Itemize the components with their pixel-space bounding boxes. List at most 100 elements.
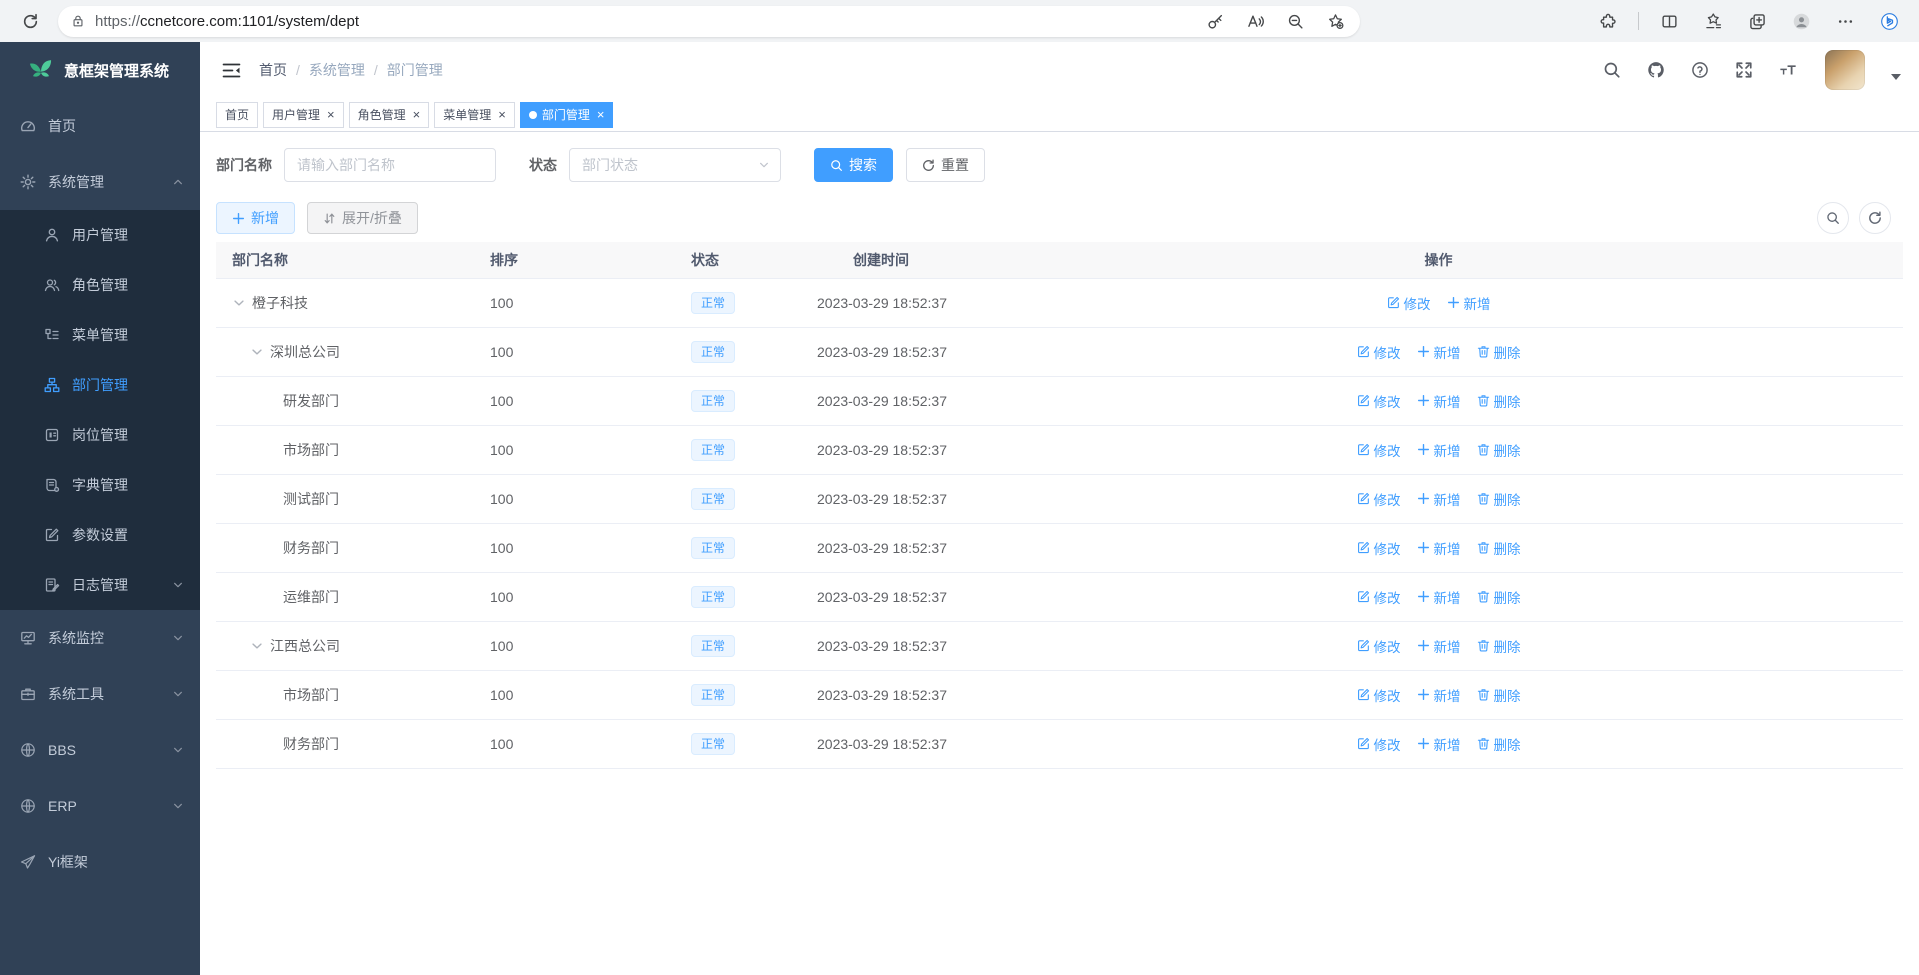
status-select[interactable]: 部门状态 (569, 148, 781, 182)
bing-button[interactable] (1871, 4, 1907, 38)
tab-menu-mgmt[interactable]: 菜单管理× (434, 102, 515, 128)
address-bar[interactable]: https://ccnetcore.com:1101/system/dept (58, 6, 1360, 37)
close-icon[interactable]: × (597, 108, 605, 121)
action-edit-link[interactable]: 修改 (1357, 734, 1401, 754)
action-add-link[interactable]: 新增 (1417, 734, 1461, 754)
action-edit-link[interactable]: 修改 (1357, 489, 1401, 509)
action-add-link[interactable]: 新增 (1417, 636, 1461, 656)
sidebar-item-home[interactable]: 首页 (0, 98, 200, 154)
fullscreen-icon[interactable] (1735, 61, 1753, 79)
refresh-table-button[interactable] (1859, 202, 1891, 234)
edit-pencil-icon (1357, 443, 1370, 456)
breadcrumb-item[interactable]: 首页 (259, 60, 287, 80)
tab-dept-mgmt[interactable]: 部门管理× (520, 102, 614, 128)
puzzle-button[interactable] (1590, 4, 1626, 38)
chevron-down-icon[interactable] (250, 639, 264, 653)
tab-user-mgmt[interactable]: 用户管理× (263, 102, 344, 128)
reload-icon (22, 13, 39, 30)
action-delete-link[interactable]: 删除 (1477, 391, 1521, 411)
sidebar-item-param-settings[interactable]: 参数设置 (0, 510, 200, 560)
sidebar-item-yi-framework[interactable]: Yi框架 (0, 834, 200, 890)
edit-square-icon (44, 527, 60, 543)
action-edit-link[interactable]: 修改 (1357, 440, 1401, 460)
chevron-down-icon (172, 744, 184, 756)
action-delete-link[interactable]: 删除 (1477, 587, 1521, 607)
reset-button[interactable]: 重置 (906, 148, 985, 182)
close-icon[interactable]: × (498, 108, 506, 121)
sidebar-item-user-mgmt[interactable]: 用户管理 (0, 210, 200, 260)
add-button[interactable]: 新增 (216, 202, 295, 234)
lock-icon (71, 14, 85, 28)
sidebar-item-log-mgmt[interactable]: 日志管理 (0, 560, 200, 610)
avatar-caret-down-icon[interactable] (1891, 74, 1901, 80)
github-icon[interactable] (1647, 61, 1665, 79)
dept-name-input[interactable] (284, 148, 496, 182)
action-edit-link[interactable]: 修改 (1387, 293, 1431, 313)
more-button[interactable] (1827, 4, 1863, 38)
action-edit-link[interactable]: 修改 (1357, 587, 1401, 607)
tab-home[interactable]: 首页 (216, 102, 258, 128)
action-edit-link[interactable]: 修改 (1357, 538, 1401, 558)
status-cell: 正常 (691, 670, 817, 719)
tab-new-button[interactable] (1739, 4, 1775, 38)
sidebar-item-role-mgmt[interactable]: 角色管理 (0, 260, 200, 310)
action-delete-link[interactable]: 删除 (1477, 685, 1521, 705)
sidebar-item-post-mgmt[interactable]: 岗位管理 (0, 410, 200, 460)
search-icon[interactable] (1603, 61, 1621, 79)
sidebar-item-menu-mgmt[interactable]: 菜单管理 (0, 310, 200, 360)
sidebar-item-bbs[interactable]: BBS (0, 722, 200, 778)
collections-button[interactable] (1695, 4, 1731, 38)
action-add-link[interactable]: 新增 (1417, 440, 1461, 460)
tab-role-mgmt[interactable]: 角色管理× (349, 102, 430, 128)
action-add-link[interactable]: 新增 (1417, 538, 1461, 558)
app-logo[interactable]: 意框架管理系统 (0, 42, 200, 98)
action-edit-link[interactable]: 修改 (1357, 391, 1401, 411)
action-add-link[interactable]: 新增 (1417, 489, 1461, 509)
hide-search-button[interactable] (1817, 202, 1849, 234)
action-add-link[interactable]: 新增 (1447, 293, 1491, 313)
action-add-link[interactable]: 新增 (1417, 391, 1461, 411)
sidebar-item-dept-mgmt[interactable]: 部门管理 (0, 360, 200, 410)
question-icon[interactable] (1691, 61, 1709, 79)
reload-button[interactable] (10, 4, 50, 38)
sidebar-item-system-mgmt[interactable]: 系统管理 (0, 154, 200, 210)
font-size-icon[interactable] (1779, 61, 1797, 79)
action-edit-link[interactable]: 修改 (1357, 342, 1401, 362)
sidebar-item-system-tools[interactable]: 系统工具 (0, 666, 200, 722)
user-avatar[interactable] (1825, 50, 1865, 90)
table-row: 市场部门100正常2023-03-29 18:52:37修改新增删除 (216, 670, 1903, 719)
plus-icon (1447, 296, 1460, 309)
close-icon[interactable]: × (413, 108, 421, 121)
star-plus-button[interactable] (1318, 7, 1352, 35)
sort-cell: 100 (490, 425, 691, 474)
action-delete-link[interactable]: 删除 (1477, 440, 1521, 460)
plus-icon (1417, 443, 1430, 456)
chevron-down-icon[interactable] (250, 345, 264, 359)
action-delete-link[interactable]: 删除 (1477, 538, 1521, 558)
action-add-link[interactable]: 新增 (1417, 342, 1461, 362)
sidebar-collapse-icon[interactable] (222, 62, 241, 79)
breadcrumb: 首页/系统管理/部门管理 (259, 60, 443, 80)
action-edit-link[interactable]: 修改 (1357, 685, 1401, 705)
read-aloud-button[interactable] (1238, 7, 1272, 35)
action-add-link[interactable]: 新增 (1417, 587, 1461, 607)
action-delete-link[interactable]: 删除 (1477, 734, 1521, 754)
chevron-down-icon[interactable] (232, 296, 246, 310)
search-button[interactable]: 搜索 (814, 148, 893, 182)
sidebar-item-system-monitor[interactable]: 系统监控 (0, 610, 200, 666)
key-button[interactable] (1198, 7, 1232, 35)
profile-icon (1793, 13, 1810, 30)
profile-button[interactable] (1783, 4, 1819, 38)
action-add-link[interactable]: 新增 (1417, 685, 1461, 705)
action-delete-link[interactable]: 删除 (1477, 489, 1521, 509)
action-label: 删除 (1494, 440, 1521, 460)
zoom-out-button[interactable] (1278, 7, 1312, 35)
action-edit-link[interactable]: 修改 (1357, 636, 1401, 656)
expand-collapse-button[interactable]: 展开/折叠 (307, 202, 418, 234)
sidebar-item-dict-mgmt[interactable]: 字典管理 (0, 460, 200, 510)
split-screen-button[interactable] (1651, 4, 1687, 38)
action-delete-link[interactable]: 删除 (1477, 342, 1521, 362)
sidebar-item-erp[interactable]: ERP (0, 778, 200, 834)
action-delete-link[interactable]: 删除 (1477, 636, 1521, 656)
close-icon[interactable]: × (327, 108, 335, 121)
